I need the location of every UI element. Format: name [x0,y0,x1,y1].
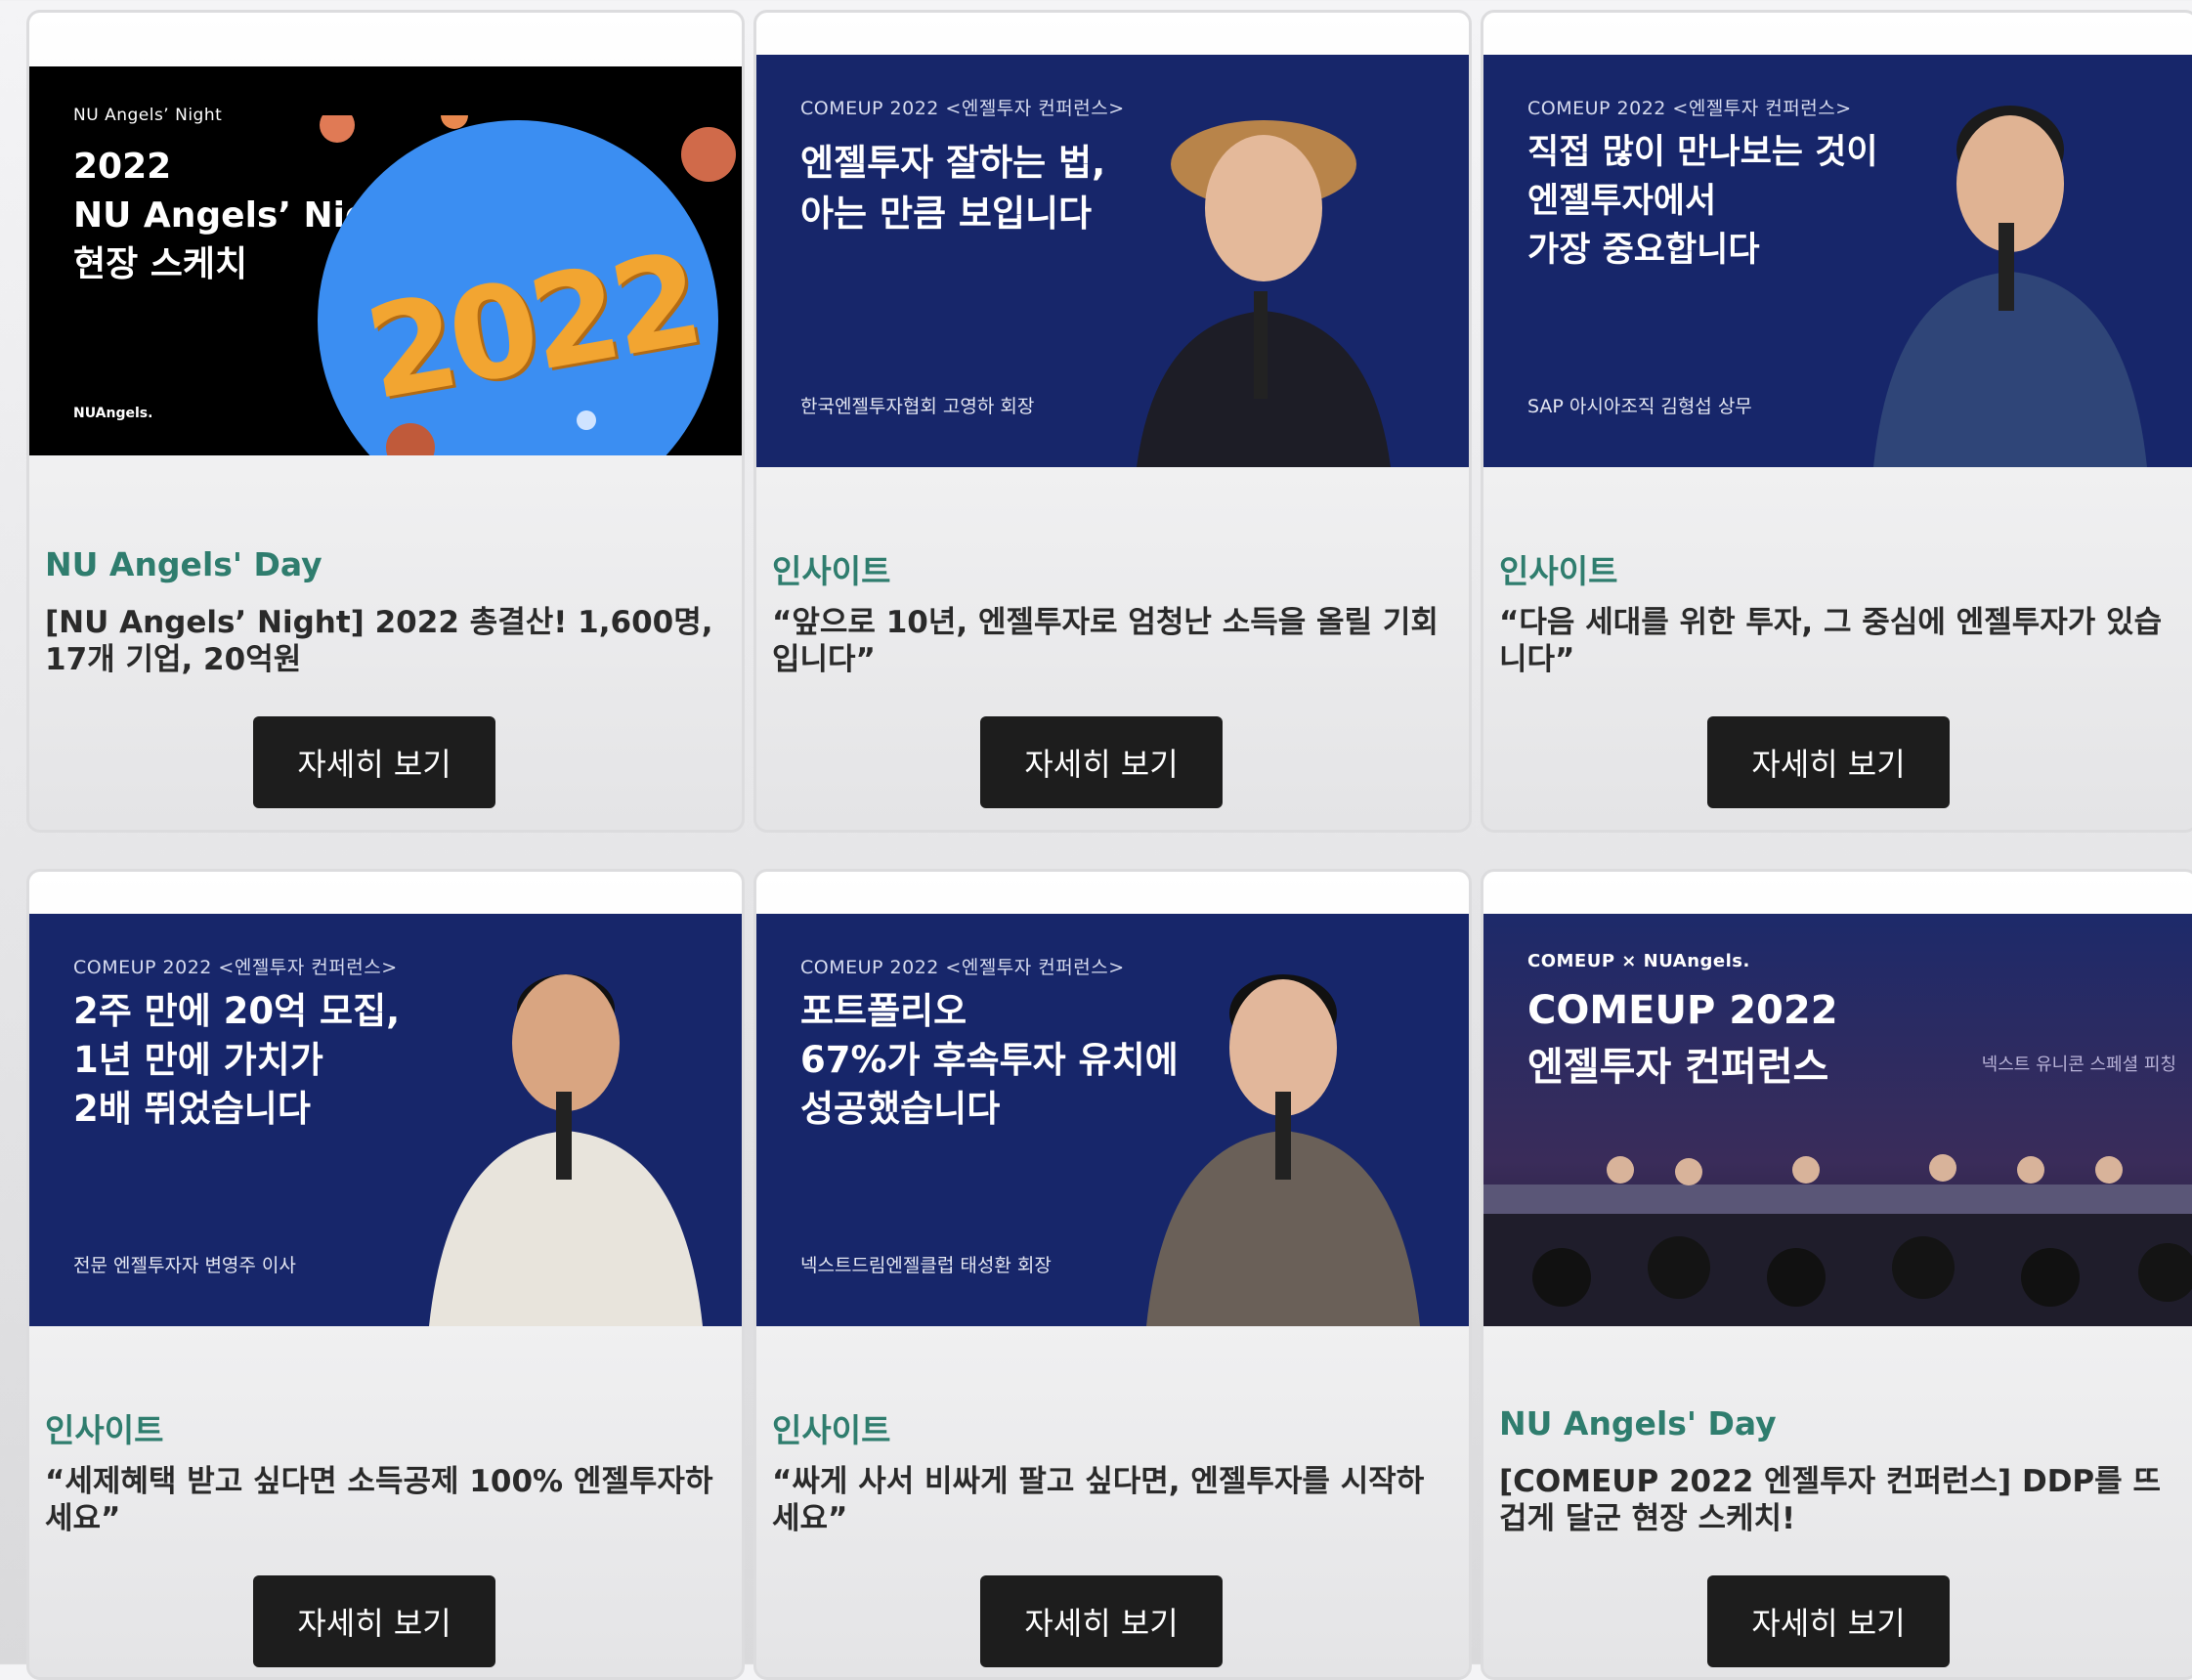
article-thumbnail[interactable]: NU Angels’ Night 2022 NU Angels’ Night 현… [29,66,742,455]
card-category: NU Angels' Day [1499,1404,1777,1443]
stage-sign-text: 넥스트 유니콘 스페셜 피칭 [1981,1055,2176,1075]
card-title[interactable]: “다음 세대를 위한 투자, 그 중심에 엔젤투자가 있습니다” [1499,604,2173,678]
speaker-photo [429,974,703,1326]
nuangels-logo: NUAngels. [73,406,153,421]
thumbnail-caption: 전문 엔젤투자자 변영주 이사 [73,1255,296,1276]
article-card[interactable]: COMEUP 2022 <엔젤투자 컨퍼런스> 엔젤투자 잘하는 법, 아는 만… [753,10,1472,833]
thumbnail-headline: 포트폴리오 67%가 후속투자 유치에 성공했습니다 [800,990,1179,1130]
article-thumbnail[interactable]: COMEUP 2022 <엔젤투자 컨퍼런스> 엔젤투자 잘하는 법, 아는 만… [756,55,1469,467]
article-card[interactable]: COMEUP 2022 <엔젤투자 컨퍼런스> 포트폴리오 67%가 후속투자 … [753,869,1472,1680]
detail-button[interactable]: 자세히 보기 [980,1575,1223,1667]
card-title[interactable]: [NU Angels’ Night] 2022 총결산! 1,600명, 17개… [45,604,719,678]
card-category: 인사이트 [772,552,891,590]
card-title[interactable]: “세제혜택 받고 싶다면 소득공제 100% 엔젤투자하세요” [45,1463,719,1537]
detail-button[interactable]: 자세히 보기 [253,1575,495,1667]
thumbnail-caption: 한국엔젤투자협회 고영하 회장 [800,396,1035,417]
card-title[interactable]: “싸게 사서 비싸게 팔고 싶다면, 엔젤투자를 시작하세요” [772,1463,1446,1537]
article-card[interactable]: COMEUP 2022 <엔젤투자 컨퍼런스> 2주 만에 20억 모집, 1년… [26,869,745,1680]
thumbnail-headline: 직접 많이 만나보는 것이 엔젤투자에서 가장 중요합니다 [1527,133,1878,270]
speaker-photo [1146,974,1420,1326]
speaker-photo [1137,120,1391,467]
detail-button[interactable]: 자세히 보기 [1707,716,1950,808]
card-category: 인사이트 [772,1411,891,1449]
thumbnail-kicker: COMEUP 2022 <엔젤투자 컨퍼런스> [73,957,398,978]
card-category: 인사이트 [1499,552,1618,590]
detail-button[interactable]: 자세히 보기 [253,716,495,808]
article-thumbnail[interactable]: COMEUP 2022 <엔젤투자 컨퍼런스> 직접 많이 만나보는 것이 엔젤… [1483,55,2192,467]
article-card[interactable]: NU Angels’ Night 2022 NU Angels’ Night 현… [26,10,745,833]
thumbnail-kicker: NU Angels’ Night [73,106,223,125]
thumbnail-kicker: COMEUP × NUAngels. [1527,951,1750,971]
thumbnail-kicker: COMEUP 2022 <엔젤투자 컨퍼런스> [800,98,1125,119]
article-card[interactable]: COMEUP × NUAngels. COMEUP 2022 엔젤투자 컨퍼런스… [1481,869,2192,1680]
card-category: NU Angels' Day [45,545,322,583]
thumbnail-headline: 2주 만에 20억 모집, 1년 만에 가치가 2배 뛰었습니다 [73,990,401,1130]
card-category: 인사이트 [45,1411,164,1449]
article-thumbnail[interactable]: COMEUP 2022 <엔젤투자 컨퍼런스> 포트폴리오 67%가 후속투자 … [756,914,1469,1326]
card-title[interactable]: “앞으로 10년, 엔젤투자로 엄청난 소득을 올릴 기회입니다” [772,604,1446,678]
stage-audience-photo [1483,1154,2192,1326]
detail-button[interactable]: 자세히 보기 [980,716,1223,808]
thumbnail-caption: 넥스트드림엔젤클럽 태성환 회장 [800,1255,1052,1276]
thumbnail-kicker: COMEUP 2022 <엔젤투자 컨퍼런스> [1527,98,1852,119]
card-title[interactable]: [COMEUP 2022 엔젤투자 컨퍼런스] DDP를 뜨겁게 달군 현장 스… [1499,1463,2173,1537]
article-thumbnail[interactable]: COMEUP 2022 <엔젤투자 컨퍼런스> 2주 만에 20억 모집, 1년… [29,914,742,1326]
article-thumbnail[interactable]: COMEUP × NUAngels. COMEUP 2022 엔젤투자 컨퍼런스… [1483,914,2192,1326]
thumbnail-headline: 엔젤투자 잘하는 법, 아는 만큼 보입니다 [800,142,1106,235]
article-card[interactable]: COMEUP 2022 <엔젤투자 컨퍼런스> 직접 많이 만나보는 것이 엔젤… [1481,10,2192,833]
thumbnail-caption: SAP 아시아조직 김형섭 상무 [1527,396,1752,417]
detail-button[interactable]: 자세히 보기 [1707,1575,1950,1667]
thumbnail-kicker: COMEUP 2022 <엔젤투자 컨퍼런스> [800,957,1125,978]
speaker-photo [1873,106,2147,467]
thumbnail-headline: COMEUP 2022 엔젤투자 컨퍼런스 [1527,988,1838,1090]
